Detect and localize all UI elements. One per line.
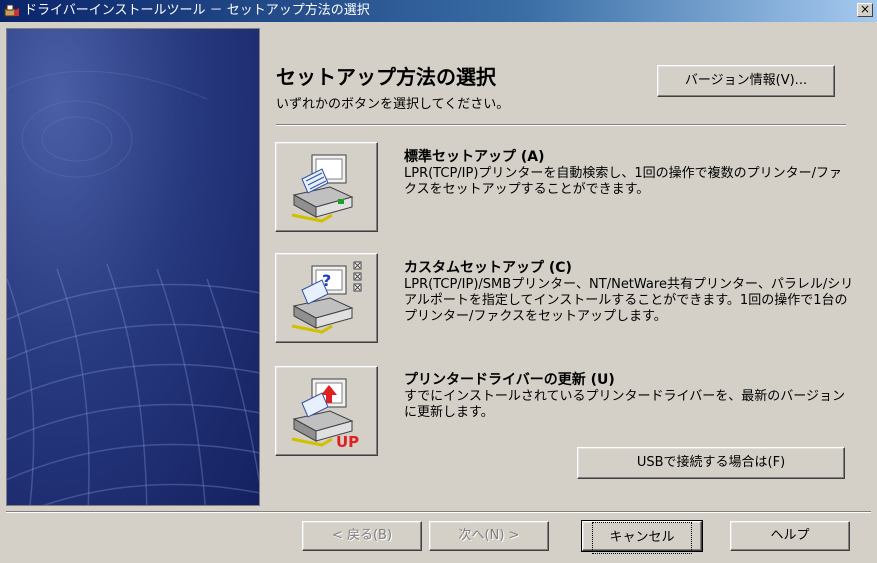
banner-graphic [7, 70, 259, 505]
custom-setup-title: カスタムセットアップ (C) [404, 260, 572, 276]
standard-setup-title: 標準セットアップ (A) [404, 149, 545, 165]
printer-setup-icon [291, 154, 354, 223]
back-button[interactable]: < 戻る(B) [302, 521, 422, 551]
next-button[interactable]: 次へ(N) > [429, 521, 549, 551]
cancel-button[interactable]: キャンセル [581, 520, 703, 554]
update-driver-description: すでにインストールされているプリンタードライバーを、最新のバージョンに更新します… [404, 389, 845, 420]
help-button[interactable]: ヘルプ [730, 521, 850, 551]
custom-setup-description: LPR(TCP/IP)/SMBプリンター、NT/NetWare共有プリンター、パ… [404, 277, 854, 324]
update-driver-title: プリンタードライバーの更新 (U) [404, 372, 615, 388]
page-title: セットアップ方法の選択 [276, 65, 496, 89]
standard-setup-button[interactable] [275, 142, 378, 232]
custom-setup-button[interactable]: ? [275, 253, 378, 343]
footer-divider [6, 511, 871, 513]
window-title: ドライバーインストールツール － セットアップ方法の選択 [24, 3, 370, 18]
printer-custom-icon: ? [291, 261, 362, 334]
version-info-button[interactable]: バージョン情報(V)... [657, 65, 835, 97]
page-subtitle: いずれかのボタンを選択してください。 [276, 97, 510, 112]
side-banner [6, 28, 260, 506]
printer-update-icon: UP [291, 378, 359, 451]
header-divider [276, 124, 846, 126]
title-bar: ドライバーインストールツール － セットアップ方法の選択 × [0, 0, 877, 22]
cancel-label: キャンセル [592, 522, 692, 554]
up-label: UP [336, 433, 359, 451]
standard-setup-description: LPR(TCP/IP)プリンターを自動検索し、1回の操作で複数のプリンター/ファ… [404, 166, 843, 197]
update-driver-button[interactable]: UP [275, 366, 378, 456]
close-button[interactable]: × [857, 3, 873, 17]
usb-connection-button[interactable]: USBで接続する場合は(F) [577, 447, 845, 479]
app-icon [4, 4, 19, 17]
